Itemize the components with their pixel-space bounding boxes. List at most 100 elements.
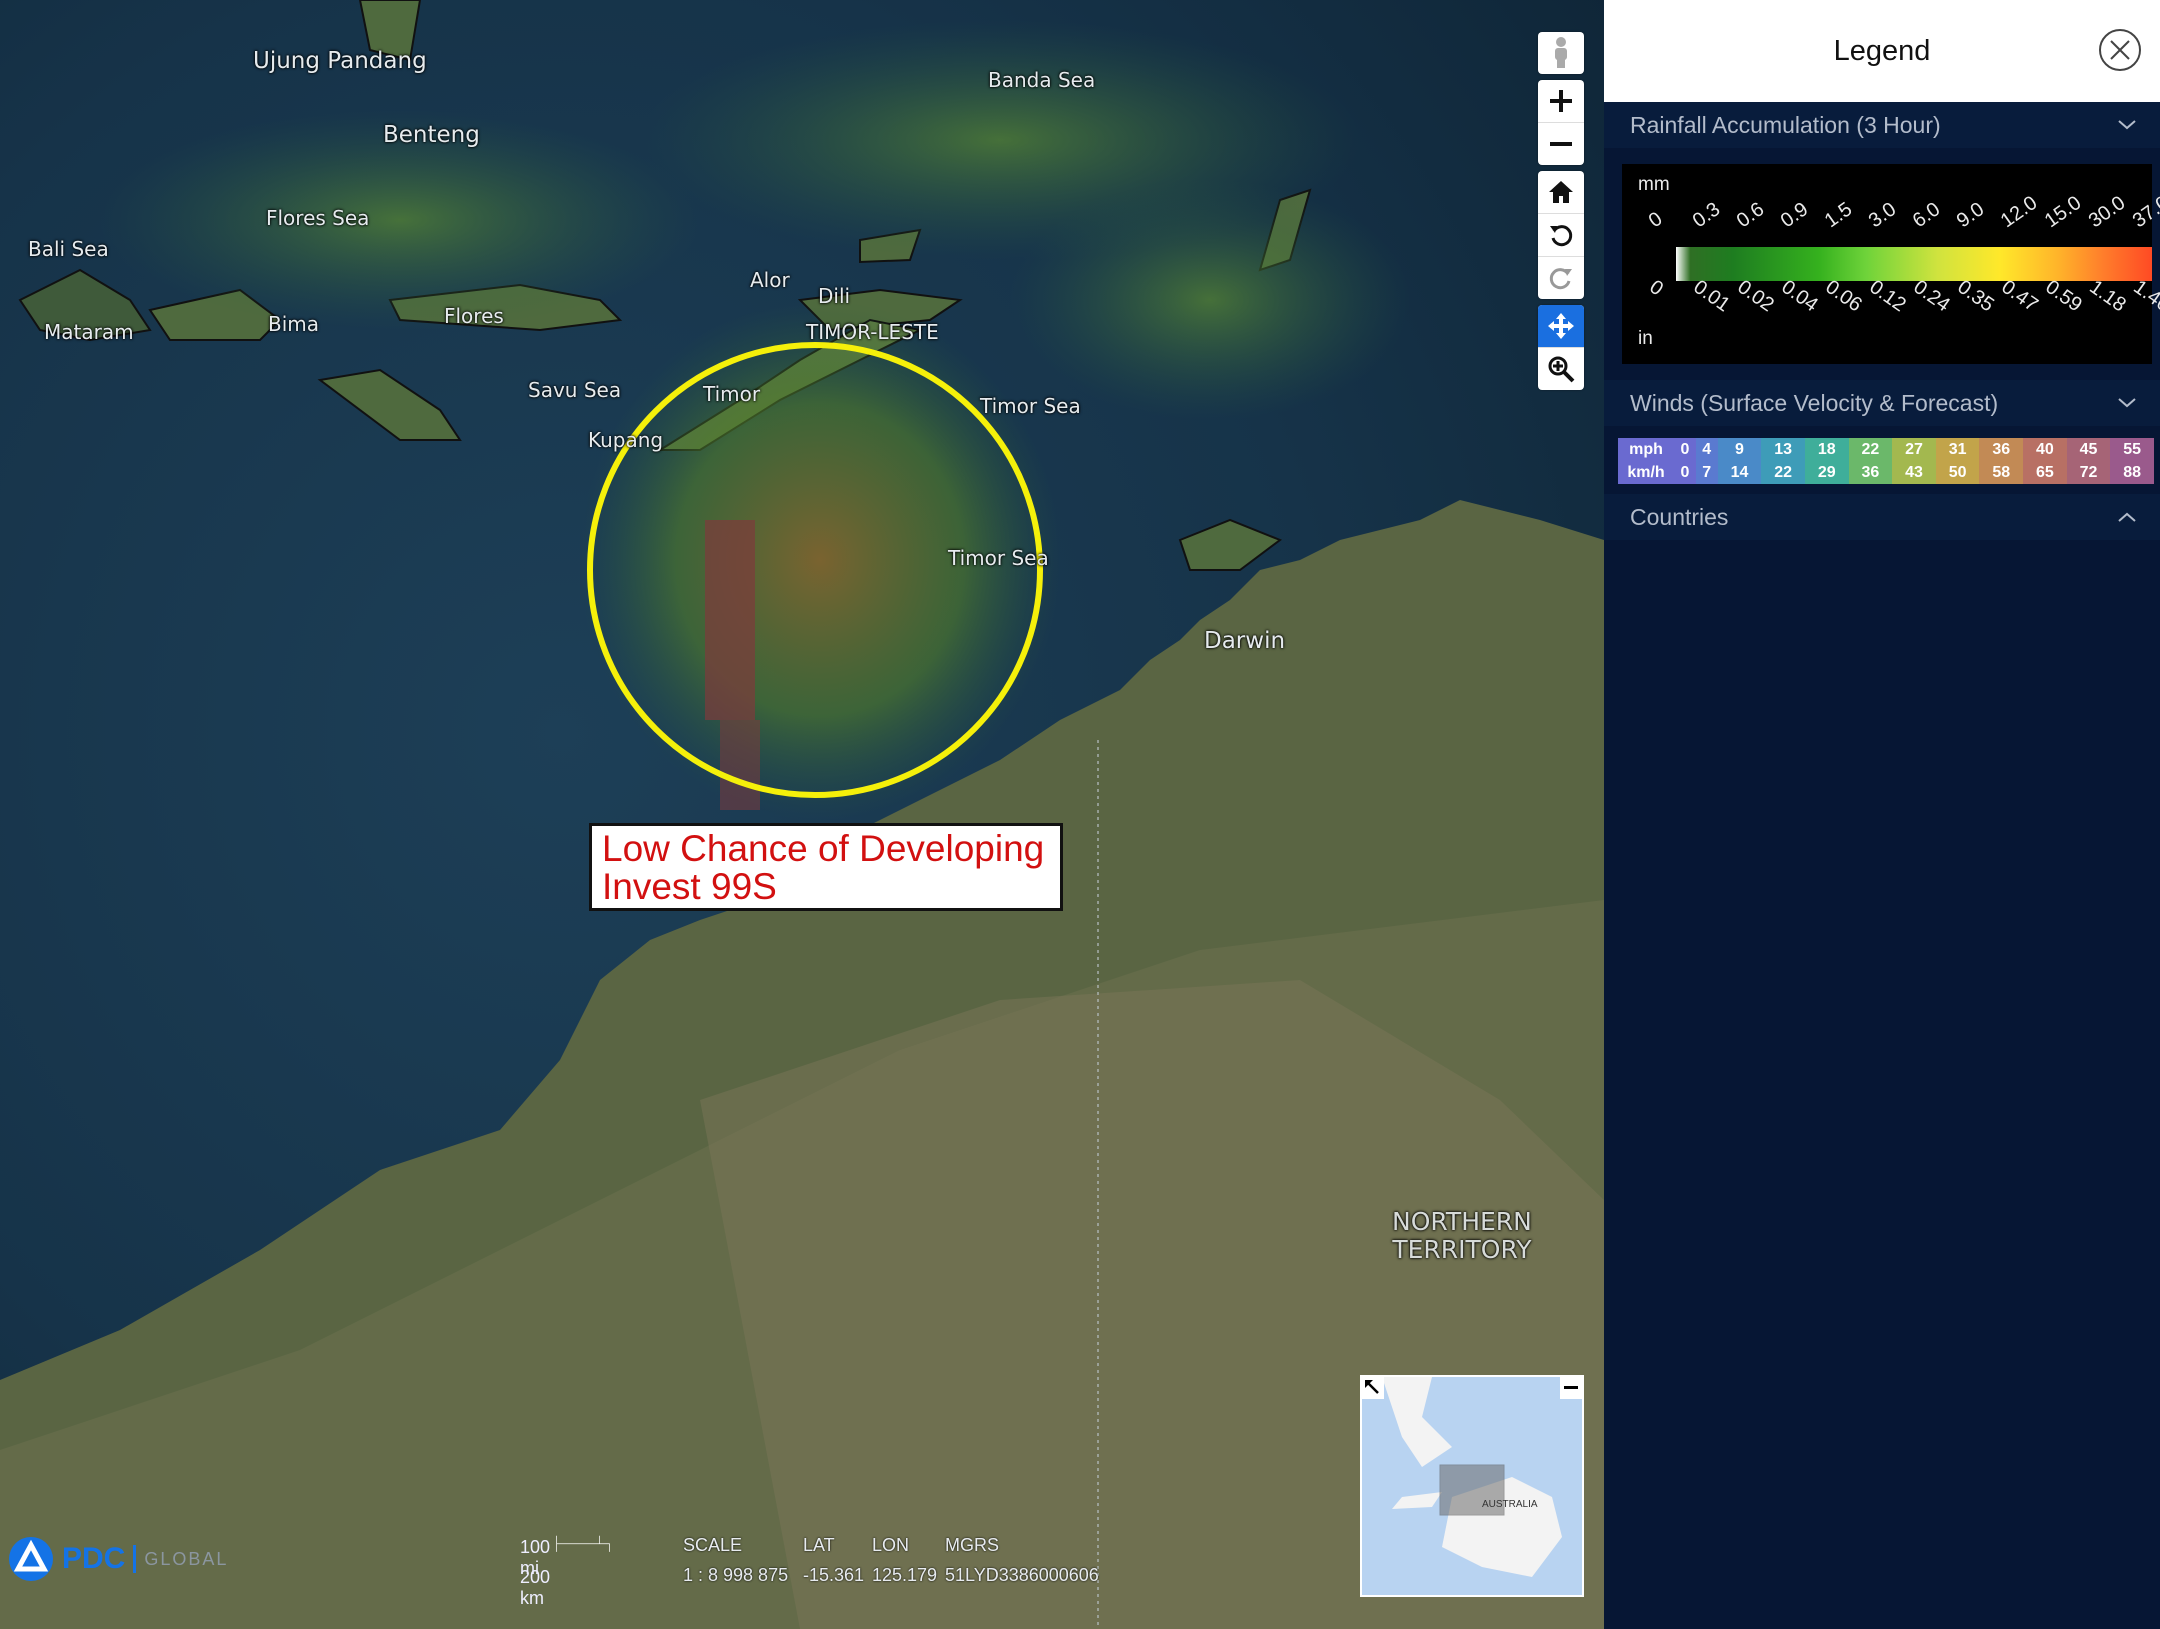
legend-header: Legend (1604, 0, 2160, 102)
map-label-ujung-pandang: Ujung Pandang (253, 48, 427, 74)
zoom-box-button[interactable] (1538, 348, 1584, 390)
rain-mm-tick: 9.0 (1952, 198, 1989, 233)
wind-scale-cell: 0 (1674, 438, 1696, 461)
map-label-mataram: Mataram (44, 320, 134, 344)
rain-in-tick: 0.12 (1865, 276, 1910, 317)
wind-scale-cell: 65 (2023, 461, 2067, 484)
rain-in-tick: 0.24 (1909, 276, 1954, 317)
wind-scale-cell: 88 (2110, 461, 2154, 484)
wind-scale-cell: 7 (1695, 461, 1718, 484)
rotate-left-button[interactable] (1538, 214, 1584, 257)
wind-scale-cell: 43 (1892, 461, 1936, 484)
rain-mm-tick: 6.0 (1908, 198, 1945, 233)
pdc-logo-icon (9, 1537, 53, 1581)
street-view-button[interactable] (1538, 32, 1584, 74)
legend-close-button[interactable] (2098, 28, 2142, 72)
wind-scale-cell: 22 (1761, 461, 1805, 484)
rain-unit-mm: mm (1638, 174, 1670, 195)
rotate-right-button[interactable] (1538, 257, 1584, 299)
pdc-logo: PDC GLOBAL (8, 1536, 228, 1582)
rain-in-tick: 0.59 (2041, 276, 2086, 317)
zoom-out-icon (1550, 142, 1572, 146)
overview-minimap[interactable]: AUSTRALIA (1360, 1375, 1584, 1597)
rain-in-tick: 0.04 (1777, 276, 1822, 317)
readout-scale-label: SCALE (683, 1535, 743, 1555)
rain-mm-tick: 0 (1644, 207, 1667, 233)
legend-panel: Legend Rainfall Accumulation (3 Hour) mm… (1604, 0, 2160, 1629)
zoom-in-icon (1550, 90, 1572, 112)
rainfall-gradient-bar (1676, 247, 2152, 281)
callout-line-1: Low Chance of Developing (602, 828, 1045, 869)
home-button[interactable] (1538, 171, 1584, 214)
scale-km: 200 km (520, 1567, 551, 1608)
readout-lon: LON 125.179 (872, 1535, 937, 1586)
wind-unit-label: mph (1618, 438, 1674, 461)
rain-unit-in: in (1638, 328, 1653, 349)
storm-callout[interactable]: Low Chance of Developing Invest 99S (589, 823, 1063, 911)
readout-scale-value: 1 : 8 998 875 (683, 1565, 789, 1585)
map-label-northern-territory: NORTHERN TERRITORY (1392, 1207, 1532, 1264)
map-label-benteng: Benteng (383, 122, 480, 148)
map-label-banda-sea: Banda Sea (988, 68, 1096, 92)
map-label-bali-sea: Bali Sea (28, 237, 109, 261)
wind-scale-cell: 36 (1848, 461, 1893, 484)
map-label-bima: Bima (268, 312, 320, 336)
map-label-timor-leste: TIMOR-LESTE (806, 320, 939, 344)
rain-mm-tick: 12.0 (1996, 191, 2042, 233)
legend-section-rainfall-label: Rainfall Accumulation (3 Hour) (1630, 111, 1941, 138)
wind-scale-cell: 31 (1935, 438, 1980, 461)
street-view-icon (1555, 37, 1567, 68)
map-label-timor: Timor (703, 382, 761, 406)
legend-section-countries[interactable]: Countries (1604, 494, 2160, 540)
minus-icon (1564, 1386, 1578, 1389)
zoom-in-button[interactable] (1538, 80, 1584, 123)
legend-section-rainfall[interactable]: Rainfall Accumulation (3 Hour) (1604, 102, 2160, 148)
wind-row-kmh: km/h 0 7 14 22 29 36 43 50 58 65 72 88 (1618, 461, 2154, 484)
wind-scale-cell: 13 (1761, 438, 1805, 461)
rain-mm-tick: 37.0 (2128, 191, 2160, 233)
wind-scale-cell: 36 (1979, 438, 2024, 461)
wind-scale-cell: 58 (1979, 461, 2024, 484)
readout-mgrs-label: MGRS (945, 1535, 999, 1555)
minimap-expand-button[interactable] (1362, 1377, 1384, 1399)
rain-in-tick: 0.47 (1997, 276, 2042, 317)
readout-scale: SCALE 1 : 8 998 875 (683, 1535, 788, 1586)
logo-separator (133, 1545, 137, 1573)
rain-mm-tick: 30.0 (2084, 191, 2130, 233)
rainfall-color-scale: mm in 0 0.3 0.6 0.9 1.5 3.0 6.0 9.0 12.0 15.0 30.0… (1622, 164, 2160, 364)
zoom-out-button[interactable] (1538, 123, 1584, 165)
chevron-down-icon (2118, 120, 2136, 130)
logo-brand: PDC (62, 1542, 126, 1575)
rain-in-tick: 0.06 (1821, 276, 1866, 317)
readout-mgrs-value: 51LYD3386000606 (945, 1565, 1099, 1585)
map-label-dili: Dili (818, 284, 851, 308)
rain-in-tick: 1.18 (2085, 276, 2130, 317)
map-label-timor-sea: Timor Sea (948, 546, 1049, 570)
wind-scale-cell: 50 (1935, 461, 1980, 484)
chevron-down-icon (2118, 398, 2136, 408)
map-toolbar (1538, 32, 1584, 396)
minimap-map: AUSTRALIA (1362, 1377, 1582, 1595)
map-label-flores-sea: Flores Sea (266, 206, 370, 230)
readout-lon-label: LON (872, 1535, 910, 1555)
zoom-box-icon (1548, 356, 1575, 383)
callout-line-2: Invest 99S (602, 866, 777, 907)
pan-icon (1548, 313, 1574, 339)
legend-section-winds-label: Winds (Surface Velocity & Forecast) (1630, 389, 1999, 416)
wind-scale-cell: 45 (2066, 438, 2111, 461)
wind-scale-cell: 9 (1717, 438, 1762, 461)
wind-scale-cell: 27 (1892, 438, 1936, 461)
rain-in-tick: 0 (1645, 276, 1668, 301)
readout-mgrs: MGRS 51LYD3386000606 (945, 1535, 1099, 1586)
rain-in-tick: 0.35 (1953, 276, 1998, 317)
rain-mm-tick: 0.3 (1688, 198, 1725, 233)
map-label-timor-sea-top: Timor Sea (980, 394, 1081, 418)
wind-scale-cell: 14 (1717, 461, 1762, 484)
rotate-right-icon (1549, 268, 1572, 290)
legend-section-winds[interactable]: Winds (Surface Velocity & Forecast) (1604, 380, 2160, 426)
pan-button[interactable] (1538, 305, 1584, 348)
minimap-collapse-button[interactable] (1560, 1377, 1582, 1399)
wind-speed-scale: mph 0 4 9 13 18 22 27 31 36 40 45 55 km/h 0 7 14 22 29 36 4… (1618, 438, 2154, 484)
rotate-left-icon (1550, 225, 1573, 247)
map-view[interactable]: Ujung Pandang Benteng Banda Sea Flores S… (0, 0, 1604, 1629)
